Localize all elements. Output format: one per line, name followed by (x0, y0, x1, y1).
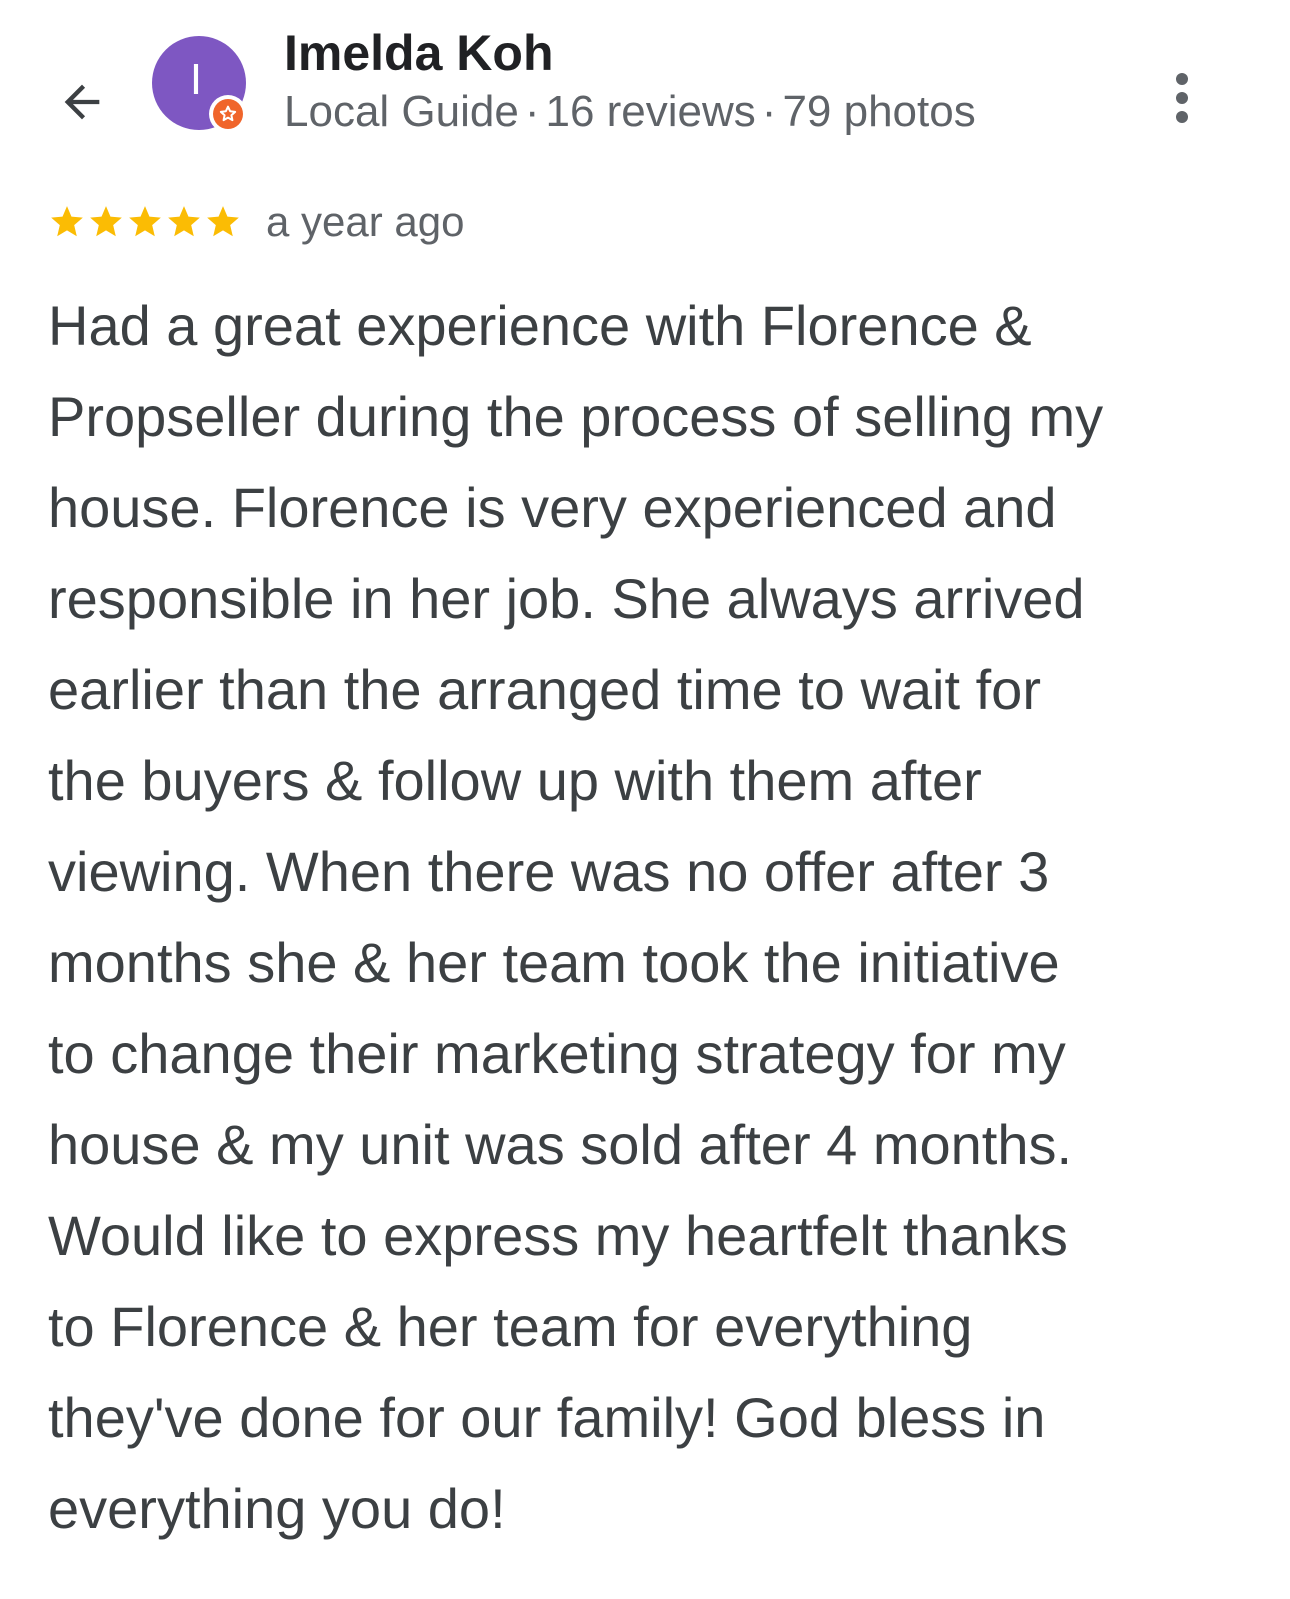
arrow-left-icon (64, 84, 100, 120)
review-text-line: house & my unit was sold after 4 months. (48, 1113, 1073, 1176)
local-guide-label: Local Guide (284, 87, 519, 136)
more-vert-icon (1176, 111, 1188, 123)
review-text-line: Would like to express my heartfelt thank… (48, 1204, 1068, 1267)
reviewer-name[interactable]: Imelda Koh (284, 24, 553, 82)
review-text-line: everything you do! (48, 1477, 506, 1540)
meta-separator: · (761, 87, 777, 136)
review-text-line: months she & her team took the initiativ… (48, 931, 1060, 994)
review-text-line: Propseller during the process of selling… (48, 385, 1104, 448)
review-text-line: viewing. When there was no offer after 3 (48, 840, 1050, 903)
star-icon (90, 206, 122, 237)
rating-row: a year ago (48, 196, 464, 248)
review-text-line: house. Florence is very experienced and (48, 476, 1057, 539)
review-text-line: to change their marketing strategy for m… (48, 1022, 1066, 1085)
more-vert-icon (1176, 92, 1188, 104)
reviewer-meta: Local Guide · 16 reviews · 79 photos (284, 86, 976, 138)
more-options-button[interactable] (1150, 66, 1214, 130)
back-button[interactable] (50, 70, 114, 134)
local-guide-badge (209, 95, 247, 133)
review-text-line: the buyers & follow up with them after (48, 749, 982, 812)
star-icon (168, 206, 200, 237)
star-icon (51, 206, 83, 237)
star-icon (129, 206, 161, 237)
review-text: Had a great experience with Florence & Pr… (48, 280, 1248, 1554)
local-guide-star-icon (213, 99, 243, 129)
avatar-letter: I (189, 55, 203, 104)
star-rating (48, 203, 242, 241)
meta-separator: · (524, 87, 540, 136)
more-vert-icon (1176, 73, 1188, 85)
review-text-line: Had a great experience with Florence & (48, 294, 1032, 357)
review-text-line: responsible in her job. She always arriv… (48, 567, 1085, 630)
review-text-line: earlier than the arranged time to wait f… (48, 658, 1041, 721)
photos-count: 79 photos (782, 87, 976, 136)
review-text-line: they've done for our family! God bless i… (48, 1386, 1046, 1449)
reviews-count: 16 reviews (545, 87, 756, 136)
review-date: a year ago (266, 198, 465, 245)
review-text-line: to Florence & her team for everything (48, 1295, 973, 1358)
star-icon (207, 206, 239, 237)
